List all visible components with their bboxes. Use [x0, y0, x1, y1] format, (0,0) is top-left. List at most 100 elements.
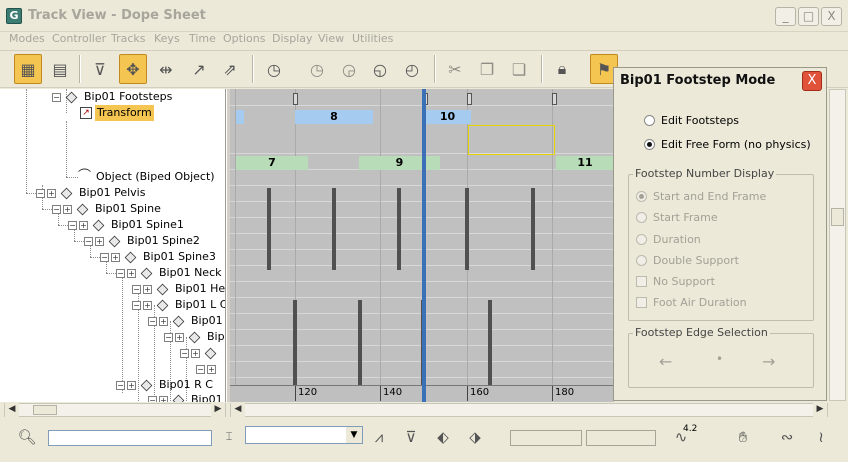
select-time-icon[interactable]: ◷: [260, 54, 288, 84]
diamond-key-icon[interactable]: ⬖: [430, 424, 456, 450]
footstep-block[interactable]: 7: [236, 156, 308, 170]
expand-icon[interactable]: +: [175, 332, 184, 342]
menu-tracks[interactable]: Tracks: [111, 32, 146, 46]
footstep-block[interactable]: 10: [424, 110, 471, 124]
key-range[interactable]: [332, 188, 336, 270]
collapse-icon[interactable]: −: [116, 380, 125, 390]
collapse-icon[interactable]: −: [68, 220, 77, 230]
copy-icon[interactable]: ❐: [473, 54, 501, 84]
scale-time-icon[interactable]: ◵: [366, 54, 394, 84]
tree-item-l-upperarm[interactable]: − + Bip01 l: [148, 313, 225, 329]
delete-time-icon[interactable]: ◷: [303, 54, 331, 84]
close-button[interactable]: X: [821, 7, 842, 26]
tree-item-spine[interactable]: − + Bip01 Spine: [52, 201, 163, 217]
scroll-left-icon[interactable]: ◀: [231, 403, 245, 417]
tree-item-biped-object[interactable]: ⌒ Object (Biped Object): [78, 169, 217, 185]
menu-utilities[interactable]: Utilities: [352, 32, 393, 46]
collapse-icon[interactable]: −: [52, 92, 61, 102]
key-range[interactable]: [267, 188, 271, 270]
name-field[interactable]: [48, 430, 212, 446]
collapse-icon[interactable]: −: [148, 395, 157, 402]
expand-icon[interactable]: +: [143, 300, 152, 310]
collapse-icon[interactable]: −: [84, 236, 93, 246]
curve-icon[interactable]: ⩘: [366, 424, 392, 450]
tree-item-neck[interactable]: − + Bip01 Neck: [116, 265, 224, 281]
tree-item-r-clavicle[interactable]: − + Bip01 R C: [116, 377, 215, 393]
filters-icon[interactable]: ⊽: [86, 54, 114, 84]
paint-key-icon[interactable]: ⬗: [462, 424, 488, 450]
zoom-extents-icon[interactable]: ≀: [808, 424, 834, 450]
edit-keys-icon[interactable]: ▦: [14, 54, 42, 84]
arrow-left-icon[interactable]: ←: [659, 352, 672, 371]
selection-dropdown[interactable]: ▼: [245, 426, 363, 444]
minimize-button[interactable]: _: [775, 7, 796, 26]
tree-item-spine2[interactable]: − + Bip01 Spine2: [84, 233, 202, 249]
slide-keys-icon[interactable]: ⇹: [152, 54, 180, 84]
checkbox-no-support[interactable]: No Support: [636, 275, 715, 288]
filter-key-icon[interactable]: ⊽: [398, 424, 424, 450]
collapse-icon[interactable]: −: [196, 364, 205, 374]
edit-ranges-icon[interactable]: ▤: [46, 54, 74, 84]
expand-icon[interactable]: +: [159, 395, 168, 402]
collapse-icon[interactable]: −: [148, 316, 157, 326]
add-keys-icon[interactable]: ↗: [185, 54, 213, 84]
scroll-thumb[interactable]: [33, 405, 57, 415]
dropdown-arrow-icon[interactable]: ▼: [346, 427, 362, 443]
footstep-block[interactable]: 8: [295, 110, 373, 124]
expand-icon[interactable]: +: [79, 220, 88, 230]
expand-icon[interactable]: +: [47, 188, 56, 198]
key-range[interactable]: [465, 188, 469, 270]
tree-item-l-hand[interactable]: − +: [180, 345, 221, 361]
collapse-icon[interactable]: −: [132, 284, 141, 294]
value-field[interactable]: [586, 430, 656, 446]
expand-icon[interactable]: +: [143, 284, 152, 294]
tree-item-transform[interactable]: ↗ Transform: [80, 105, 154, 121]
menu-time[interactable]: Time: [189, 32, 216, 46]
menu-options[interactable]: Options: [223, 32, 265, 46]
frame-field[interactable]: [510, 430, 582, 446]
key-range[interactable]: [488, 300, 492, 385]
dope-sheet[interactable]: 8 10 7 9 11 120 140 160 180: [230, 89, 614, 402]
key-range[interactable]: [358, 300, 362, 385]
collapse-icon[interactable]: −: [52, 204, 61, 214]
tree-item-l-finger[interactable]: − +: [196, 361, 218, 377]
menu-modes[interactable]: Modes: [9, 32, 45, 46]
arrow-right-icon[interactable]: →: [762, 352, 775, 371]
collapse-icon[interactable]: −: [164, 332, 173, 342]
sheet-h-scrollbar[interactable]: ◀ ▶: [230, 403, 828, 417]
collapse-icon[interactable]: −: [100, 252, 109, 262]
expand-icon[interactable]: +: [191, 348, 200, 358]
time-slider[interactable]: [422, 89, 426, 402]
radio-edit-footsteps[interactable]: Edit Footsteps: [644, 114, 739, 127]
expand-icon[interactable]: +: [207, 364, 216, 374]
collapse-icon[interactable]: −: [180, 348, 189, 358]
expand-icon[interactable]: +: [127, 380, 136, 390]
key-range[interactable]: [397, 188, 401, 270]
vertical-scrollbar[interactable]: [829, 89, 846, 401]
maximize-button[interactable]: □: [798, 7, 819, 26]
select-by-name-icon[interactable]: ⌶: [216, 424, 242, 450]
radio-start-frame[interactable]: Start Frame: [636, 211, 718, 224]
tree-item-head[interactable]: −+ Bip01 Hea: [132, 281, 225, 297]
tree-item-spine3[interactable]: − + Bip01 Spine3: [100, 249, 218, 265]
tree-item-l-clavicle[interactable]: − + Bip01 L Cl: [132, 297, 225, 313]
scroll-left-icon[interactable]: ◀: [5, 403, 19, 417]
insert-time-icon[interactable]: ◴: [398, 54, 426, 84]
radio-start-end-frame[interactable]: Start and End Frame: [636, 190, 766, 203]
tree-item-l-forearm[interactable]: − + Bip: [164, 329, 225, 345]
key-range[interactable]: [531, 188, 535, 270]
pan-hand-icon[interactable]: ✋︎: [730, 424, 756, 450]
scale-keys-icon[interactable]: ⇗: [216, 54, 244, 84]
reverse-time-icon[interactable]: ◶: [335, 54, 363, 84]
menu-controller[interactable]: Controller: [52, 32, 106, 46]
tree-item-pelvis[interactable]: − + Bip01 Pelvis: [36, 185, 147, 201]
footstep-marker[interactable]: [552, 93, 557, 105]
dot-icon[interactable]: •: [716, 352, 723, 366]
move-keys-icon[interactable]: ✥: [119, 54, 147, 84]
lock-selection-icon[interactable]: 🔒︎: [548, 54, 576, 84]
zoom-horizontal-icon[interactable]: ∾: [774, 424, 800, 450]
tree-item-spine1[interactable]: − + Bip01 Spine1: [68, 217, 186, 233]
scroll-right-icon[interactable]: ▶: [211, 403, 225, 417]
tree-item-r-upperarm[interactable]: − + Bip01 l: [148, 392, 225, 402]
checkbox-foot-air-duration[interactable]: Foot Air Duration: [636, 296, 747, 309]
